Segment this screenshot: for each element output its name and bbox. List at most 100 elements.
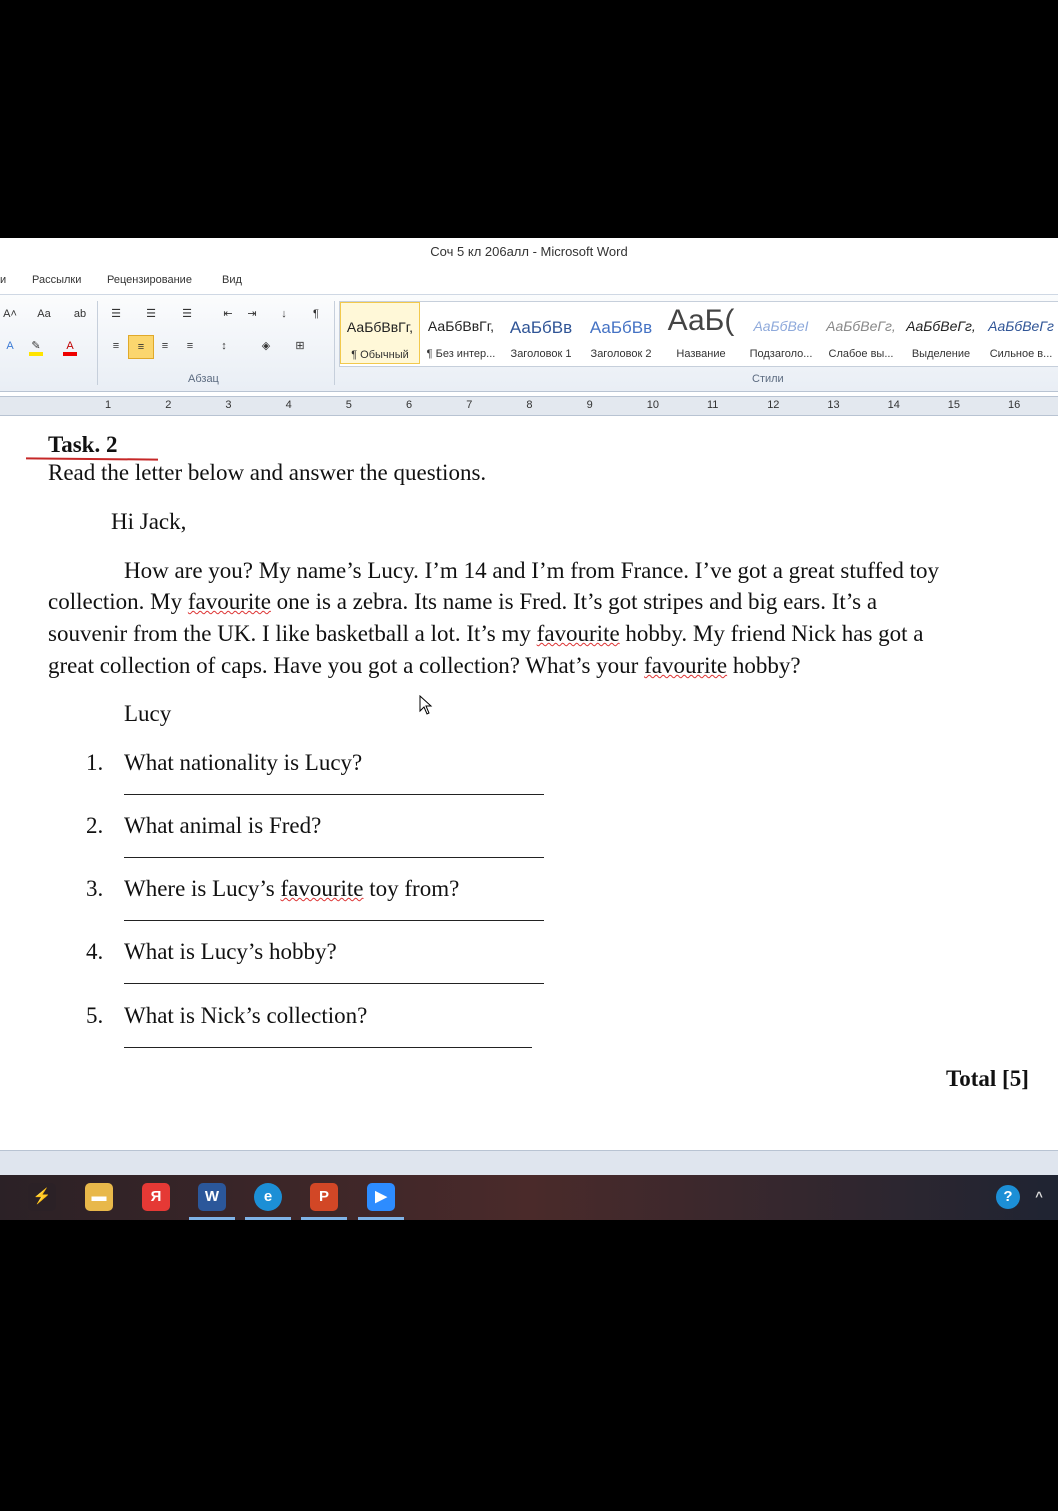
running-indicator (189, 1217, 235, 1220)
question-number: 1. (86, 750, 104, 775)
letter-text: great collection of caps. Have you got a… (48, 653, 645, 678)
style-sample: АаБбВеІ (753, 318, 809, 334)
grow-font-button[interactable]: A˄ (0, 305, 20, 323)
paragraph-group-label: Абзац (188, 373, 219, 385)
decrease-indent-icon[interactable]: ⇤ (218, 305, 238, 323)
chevron-up-icon[interactable]: ^ (1030, 1183, 1048, 1211)
style-name: Сильное в... (989, 348, 1053, 360)
style-name: Выделение (911, 348, 971, 360)
highlight-icon[interactable]: ✎ (26, 337, 46, 356)
bullets-icon[interactable]: ☰ (106, 305, 126, 323)
question-text: What nationality is Lucy? (124, 750, 363, 775)
letter-line: great collection of caps. Have you got a… (48, 653, 801, 679)
style-sample: АаБбВеГг, (826, 318, 896, 334)
instruction: Read the letter below and answer the que… (48, 460, 487, 485)
font-color-icon[interactable]: A (60, 337, 80, 356)
answer-line[interactable] (124, 920, 544, 921)
shading-icon[interactable]: ◈ (256, 337, 276, 355)
ruler-number: 16 (1008, 399, 1021, 411)
line-spacing-icon[interactable]: ↕ (214, 337, 234, 355)
style-sample: АаБбВв (509, 318, 573, 337)
change-case-button[interactable]: Aa (30, 305, 58, 323)
yandex-browser-icon[interactable]: Я (142, 1183, 170, 1211)
numbering-icon[interactable]: ☰ (141, 305, 161, 323)
clear-format-icon[interactable]: ab (70, 305, 90, 323)
edge-icon[interactable]: e (254, 1183, 282, 1211)
style-item[interactable]: АаБбВв Заголовок 1 (501, 302, 581, 364)
running-indicator (358, 1217, 404, 1220)
taskbar: ⚡ ▬ Я We P ▶ ? ^ (0, 1175, 1058, 1220)
ruler-number: 10 (646, 399, 660, 411)
style-item[interactable]: АаБбВеІ Подзаголо... (741, 302, 821, 364)
ruler-number: 11 (707, 399, 719, 411)
sort-icon[interactable]: ↓ (274, 305, 294, 323)
answer-line[interactable] (124, 857, 544, 858)
style-name: ¶ Без интер... (426, 348, 496, 360)
signature: Lucy (124, 701, 172, 726)
letter-line: How are you? My name’s Lucy. I’m 14 and … (124, 558, 939, 584)
answer-line[interactable] (124, 1047, 532, 1048)
ruler-number: 3 (225, 399, 232, 411)
styles-gallery: АаБбВвГг, ¶ Обычный АаБбВвГг, ¶ Без интер..… (339, 301, 1058, 367)
powerpoint-icon[interactable]: P (310, 1183, 338, 1211)
style-sample: АаБбВвГг, (346, 319, 414, 335)
help-icon[interactable]: ? (996, 1185, 1020, 1209)
ruler-number: 5 (345, 399, 352, 411)
ruler-number: 6 (406, 399, 413, 411)
style-item[interactable]: АаБбВеГг Сильное в... (981, 302, 1058, 364)
tab-partial[interactable]: и (0, 274, 6, 286)
tab-view[interactable]: Вид (222, 274, 242, 286)
question-number: 4. (86, 939, 104, 964)
document-page[interactable]: Task. 2 Read the letter below and answer… (0, 416, 1058, 1148)
answer-line[interactable] (124, 794, 544, 795)
styles-group-label: Стили (752, 373, 784, 385)
style-sample: АаБбВеГг (988, 318, 1054, 334)
borders-icon[interactable]: ⊞ (290, 337, 310, 355)
style-name: ¶ Обычный (351, 349, 409, 361)
style-item[interactable]: АаБбВвГг, ¶ Без интер... (421, 302, 501, 364)
ruler-number: 2 (165, 399, 172, 411)
tab-mailings[interactable]: Рассылки (32, 274, 81, 286)
letter-text: How are you? My name’s Lucy. I’m 14 and … (124, 558, 939, 583)
greeting: Hi Jack, (111, 509, 187, 534)
bolt-app-icon[interactable]: ⚡ (28, 1183, 56, 1211)
running-indicator (301, 1217, 347, 1220)
ruler-number: 12 (767, 399, 780, 411)
style-item[interactable]: АаБ(Название (661, 302, 741, 364)
align-right-icon[interactable]: ≡ (155, 337, 175, 355)
answer-line[interactable] (124, 983, 544, 984)
ruler-number: 9 (586, 399, 593, 411)
letter-text: hobby. My friend Nick has got a (619, 621, 924, 646)
status-bar (0, 1150, 1058, 1175)
style-item[interactable]: АаБбВеГг, Выделение (901, 302, 981, 364)
letter-line: collection. My favourite one is a zebra.… (48, 589, 877, 615)
style-item[interactable]: АаБбВвГг, ¶ Обычный (340, 302, 420, 364)
style-item[interactable]: АаБбВв Заголовок 2 (581, 302, 661, 364)
style-name: Заголовок 2 (590, 348, 652, 360)
question-number: 2. (86, 813, 104, 838)
ruler-number: 13 (827, 399, 840, 411)
word-icon[interactable]: W (198, 1183, 226, 1211)
increase-indent-icon[interactable]: ⇥ (242, 305, 262, 323)
ribbon-tabs: и Рассылки Рецензирование Вид (0, 266, 1058, 292)
file-explorer-icon[interactable]: ▬ (85, 1183, 113, 1211)
justify-icon[interactable]: ≡ (180, 337, 200, 355)
style-name: Подзаголо... (749, 348, 813, 360)
total-score: Total [5] (946, 1066, 1029, 1091)
ruler-number: 15 (947, 399, 961, 411)
question-text-part: toy from? (363, 876, 460, 901)
letter-text: hobby? (727, 653, 801, 678)
letter-line: souvenir from the UK. I like basketball … (48, 621, 924, 647)
style-item[interactable]: АаБбВеГг, Слабое вы... (821, 302, 901, 364)
question-text: What is Lucy’s hobby? (124, 939, 337, 964)
text-effects-icon[interactable]: A (0, 337, 20, 355)
multilevel-list-icon[interactable]: ☰ (177, 305, 197, 323)
letter-text: one is a zebra. Its name is Fred. It’s g… (270, 589, 878, 614)
align-left-icon[interactable]: ≡ (106, 337, 126, 355)
ruler-number: 7 (466, 399, 473, 411)
zoom-icon[interactable]: ▶ (367, 1183, 395, 1211)
show-marks-button[interactable]: ¶ (306, 305, 326, 323)
tab-review[interactable]: Рецензирование (107, 274, 192, 286)
align-center-icon[interactable]: ≡ (128, 335, 154, 359)
horizontal-ruler[interactable]: 1 2 3 4 5 6 7 8 9 10 11 12 13 14 15 16 (0, 396, 1058, 416)
